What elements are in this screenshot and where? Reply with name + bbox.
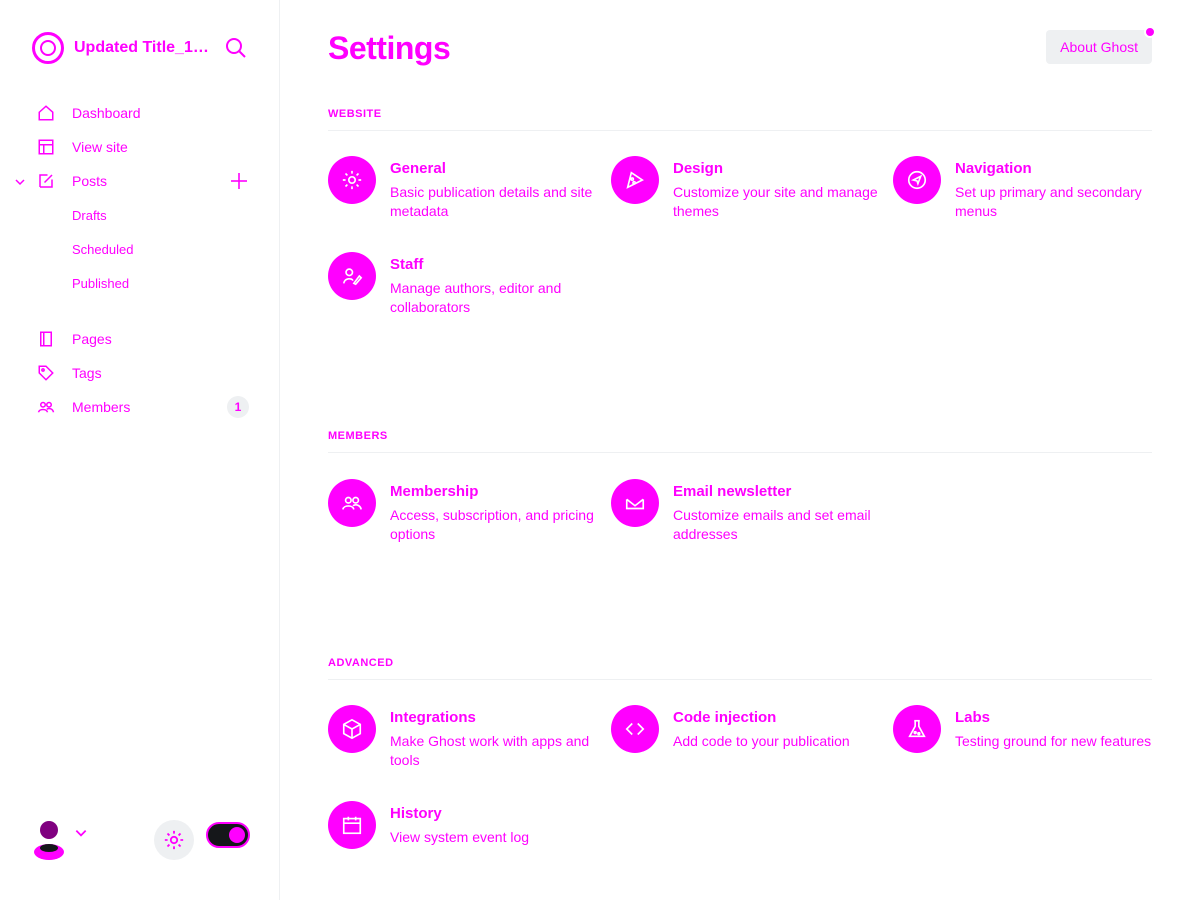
sidebar-item-posts[interactable]: Posts <box>0 164 279 198</box>
tile-title: General <box>390 160 446 177</box>
tile-description: View system event log <box>390 829 530 845</box>
gear-icon <box>164 830 184 850</box>
tile-description: Customize emails and set email addresses <box>673 507 871 542</box>
sidebar-item-label: View site <box>72 139 128 155</box>
tag-icon <box>36 363 56 383</box>
section-title-website: WEBSITE <box>328 108 1152 131</box>
settings-tile-navigation[interactable]: Navigation Set up primary and secondary … <box>893 156 1163 221</box>
settings-tile-integrations[interactable]: Integrations Make Ghost work with apps a… <box>328 705 598 770</box>
search-icon[interactable] <box>224 36 248 60</box>
about-ghost-button[interactable]: About Ghost <box>1046 26 1156 64</box>
calendar-icon <box>328 801 376 849</box>
tile-text: Navigation Set up primary and secondary … <box>955 156 1163 221</box>
tile-text: Code injection Add code to your publicat… <box>673 705 881 753</box>
settings-gear-button[interactable] <box>154 820 194 860</box>
box-icon <box>328 705 376 753</box>
sidebar-subitem-scheduled[interactable]: Scheduled <box>0 232 279 266</box>
sidebar-nav: Dashboard View site Posts Drafts Schedul… <box>0 96 279 424</box>
dark-mode-toggle[interactable] <box>206 822 250 848</box>
sidebar-item-tags[interactable]: Tags <box>0 356 279 390</box>
notification-dot <box>1144 26 1156 38</box>
sidebar-subitem-published[interactable]: Published <box>0 266 279 300</box>
gear-icon <box>328 156 376 204</box>
settings-tile-code-injection[interactable]: Code injection Add code to your publicat… <box>611 705 881 753</box>
settings-main: Settings About Ghost WEBSITE General Bas… <box>280 0 1200 900</box>
tile-description: Access, subscription, and pricing option… <box>390 507 594 542</box>
tile-description: Make Ghost work with apps and tools <box>390 733 590 768</box>
sidebar: Updated Title_17... Dashboard View site … <box>0 0 280 900</box>
about-ghost-label: About Ghost <box>1060 39 1138 55</box>
settings-tile-membership[interactable]: Membership Access, subscription, and pri… <box>328 479 598 544</box>
members-count-badge: 1 <box>227 396 249 418</box>
code-icon <box>611 705 659 753</box>
tile-title: Navigation <box>955 160 1032 177</box>
section-title-advanced: ADVANCED <box>328 657 1152 680</box>
site-logo-icon <box>32 32 64 64</box>
home-icon <box>36 103 56 123</box>
settings-tile-general[interactable]: General Basic publication details and si… <box>328 156 598 221</box>
staff-icon <box>328 252 376 300</box>
sidebar-item-label: Tags <box>72 365 102 381</box>
chevron-down-icon[interactable] <box>74 826 88 840</box>
user-avatar[interactable] <box>32 818 66 860</box>
email-icon <box>611 479 659 527</box>
sidebar-subitem-drafts[interactable]: Drafts <box>0 198 279 232</box>
tile-title: Design <box>673 160 724 177</box>
members-icon <box>328 479 376 527</box>
sidebar-item-dashboard[interactable]: Dashboard <box>0 96 279 130</box>
tile-text: History View system event log <box>390 801 598 849</box>
settings-tile-email-newsletter[interactable]: Email newsletter Customize emails and se… <box>611 479 881 544</box>
sidebar-item-label: Dashboard <box>72 105 141 121</box>
settings-tile-staff[interactable]: Staff Manage authors, editor and collabo… <box>328 252 598 317</box>
settings-tile-history[interactable]: History View system event log <box>328 801 598 849</box>
site-brand[interactable]: Updated Title_17... <box>32 30 248 66</box>
tile-text: Integrations Make Ghost work with apps a… <box>390 705 598 770</box>
tile-title: Email newsletter <box>673 483 792 500</box>
sidebar-item-view-site[interactable]: View site <box>0 130 279 164</box>
navigation-arrow-icon <box>893 156 941 204</box>
settings-tile-labs[interactable]: Labs Testing ground for new features <box>893 705 1163 753</box>
chevron-down-icon[interactable] <box>14 175 26 187</box>
site-title: Updated Title_17... <box>74 39 214 56</box>
tile-title: Code injection <box>673 709 777 726</box>
section-title-members: MEMBERS <box>328 430 1152 453</box>
nav-spacer <box>0 300 279 322</box>
tile-description: Add code to your publication <box>673 733 850 749</box>
tile-description: Manage authors, editor and collaborators <box>390 280 562 315</box>
tile-description: Customize your site and manage themes <box>673 184 878 219</box>
tile-title: Staff <box>390 256 424 273</box>
settings-tile-design[interactable]: Design Customize your site and manage th… <box>611 156 881 221</box>
add-post-button[interactable] <box>229 171 249 191</box>
sidebar-item-label: Pages <box>72 331 112 347</box>
members-icon <box>36 397 56 417</box>
tile-text: Staff Manage authors, editor and collabo… <box>390 252 598 317</box>
paintbrush-icon <box>611 156 659 204</box>
sidebar-item-pages[interactable]: Pages <box>0 322 279 356</box>
page-icon <box>36 329 56 349</box>
page-title: Settings <box>328 30 451 66</box>
sidebar-footer <box>32 812 252 868</box>
tile-description: Set up primary and secondary menus <box>955 184 1142 219</box>
tile-text: Labs Testing ground for new features <box>955 705 1163 753</box>
tile-description: Testing ground for new features <box>955 733 1152 749</box>
tile-description: Basic publication details and site metad… <box>390 184 593 219</box>
tile-title: History <box>390 805 442 822</box>
tile-text: Membership Access, subscription, and pri… <box>390 479 598 544</box>
tile-title: Membership <box>390 483 479 500</box>
tile-text: Email newsletter Customize emails and se… <box>673 479 881 544</box>
flask-icon <box>893 705 941 753</box>
app-window: Updated Title_17... Dashboard View site … <box>0 0 1200 900</box>
layout-icon <box>36 137 56 157</box>
sidebar-item-members[interactable]: Members 1 <box>0 390 279 424</box>
tile-title: Integrations <box>390 709 476 726</box>
tile-title: Labs <box>955 709 991 726</box>
tile-text: General Basic publication details and si… <box>390 156 598 221</box>
edit-icon <box>36 171 56 191</box>
tile-text: Design Customize your site and manage th… <box>673 156 881 221</box>
